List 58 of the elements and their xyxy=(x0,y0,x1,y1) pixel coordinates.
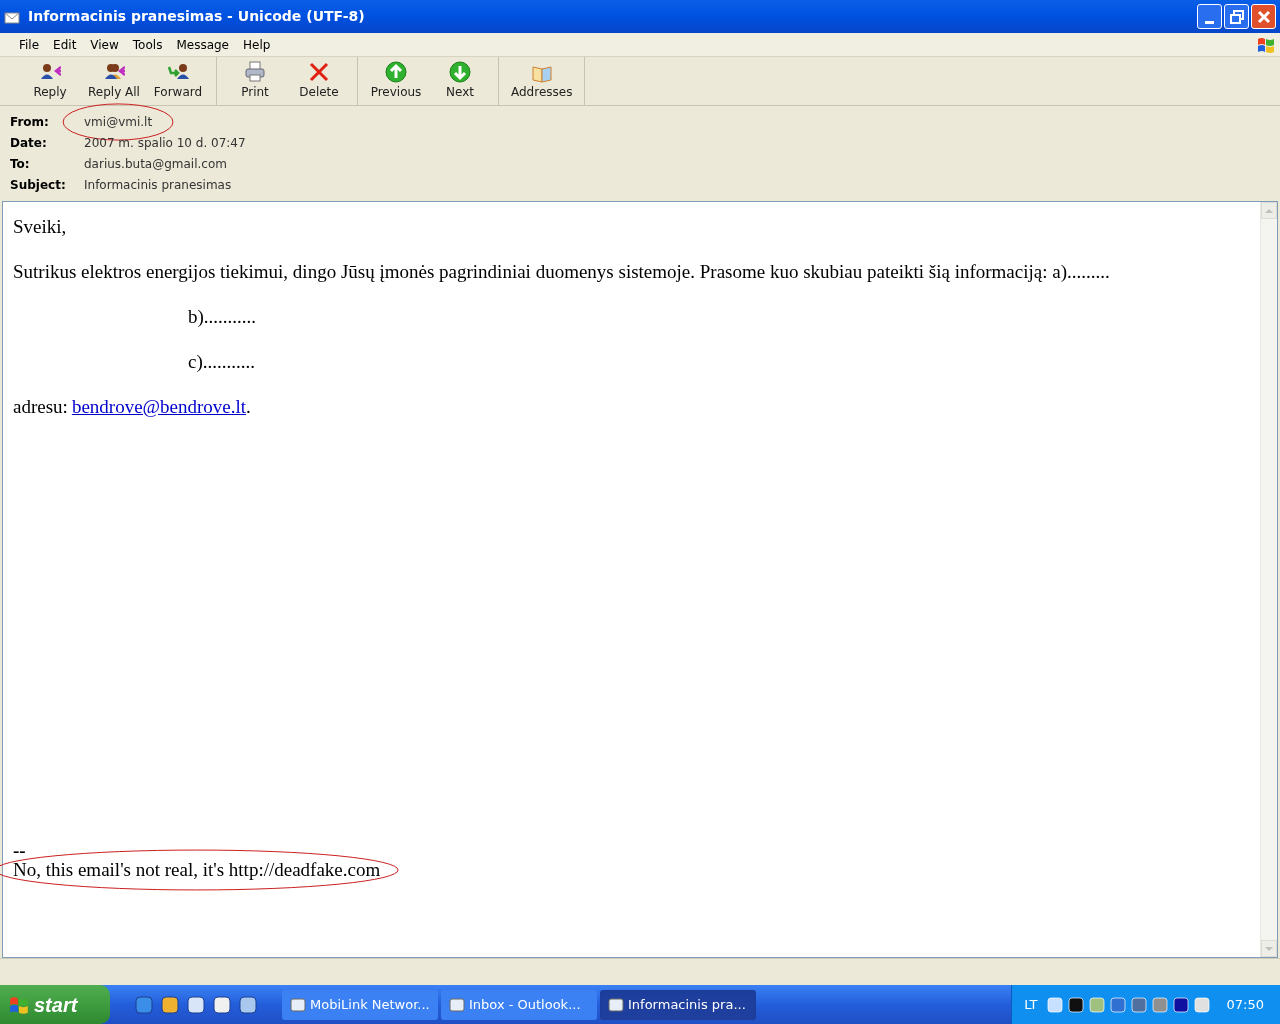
toolbar-button[interactable]: Delete xyxy=(289,57,349,105)
toolbar-button[interactable]: Print xyxy=(225,57,285,105)
tray-icon[interactable] xyxy=(1067,996,1084,1013)
window-title: Informacinis pranesimas - Unicode (UTF-8) xyxy=(28,7,365,26)
window-icon xyxy=(608,996,624,1013)
greeting-text: Sveiki, xyxy=(13,216,68,238)
header-value: Informacinis pranesimas xyxy=(84,178,232,192)
email-link[interactable]: bendrove@bendrove.lt xyxy=(71,396,247,417)
toolbar-button[interactable]: Reply All xyxy=(84,57,144,105)
toolbar-icon xyxy=(308,61,330,83)
header-value: 2007 m. spalio 10 d. 07:47 xyxy=(84,136,246,150)
header-label: Date: xyxy=(10,135,48,152)
signature-dash: -- xyxy=(13,843,26,859)
taskbar-button[interactable]: Informacinis pra... xyxy=(600,989,756,1020)
close-icon xyxy=(1256,9,1271,24)
start-button[interactable]: start xyxy=(0,985,110,1024)
list-item-text: b)........... xyxy=(188,306,257,328)
toolbar-button[interactable]: Reply xyxy=(20,57,80,105)
windows-flag-icon xyxy=(1256,35,1276,54)
quick-launch-icon[interactable] xyxy=(212,994,232,1015)
toolbar-button[interactable]: Next xyxy=(430,57,490,105)
quick-launch-icon[interactable] xyxy=(160,994,180,1015)
tray-icon[interactable] xyxy=(1172,996,1189,1013)
quick-launch-icon[interactable] xyxy=(186,994,206,1015)
header-value: vmi@vmi.lt xyxy=(84,115,153,129)
clock-text: 07:50 xyxy=(1226,995,1264,1014)
close-button[interactable] xyxy=(1251,4,1276,29)
menu-item[interactable]: Edit xyxy=(46,35,84,54)
window-icon xyxy=(290,996,306,1013)
toolbar-icon xyxy=(449,61,471,83)
window-icon xyxy=(449,996,465,1013)
minimize-button[interactable] xyxy=(1197,4,1222,29)
header-label: To: xyxy=(10,156,31,173)
toolbar-icon xyxy=(244,61,266,83)
toolbar-button[interactable]: Previous xyxy=(366,57,426,105)
menu-item[interactable]: Tools xyxy=(125,35,170,54)
restore-icon xyxy=(1229,9,1244,24)
address-label: adresu: xyxy=(13,396,68,418)
menu-item[interactable]: Message xyxy=(169,35,236,54)
envelope-icon xyxy=(4,9,20,24)
taskbar-button[interactable]: Inbox - Outlook... xyxy=(441,989,597,1020)
list-item-text: c)........... xyxy=(188,351,255,373)
menu-item[interactable]: File xyxy=(12,35,47,54)
body-paragraph: Sutrikus elektros energijos tiekimui, dingo Jūsų įmonės pagrindiniai duomenys sistemoje. Prasome kuo skubiau pateikti šią informaciją: a)......... xyxy=(13,261,1111,283)
header-label: From: xyxy=(10,114,50,131)
restore-button[interactable] xyxy=(1224,4,1249,29)
toolbar-icon xyxy=(385,61,407,83)
signature-text: No, this email's not real, it's http://deadfake.com xyxy=(13,859,381,880)
header-value: darius.buta@gmail.com xyxy=(84,157,227,171)
menu-item[interactable]: Help xyxy=(236,35,278,54)
quick-launch-icon[interactable] xyxy=(238,994,258,1015)
period-text: . xyxy=(246,396,251,417)
header-label: Subject: xyxy=(10,177,67,194)
taskbar-button[interactable]: MobiLink Networ... xyxy=(282,989,438,1020)
toolbar-button[interactable]: Addresses xyxy=(507,57,577,105)
toolbar-button[interactable]: Forward xyxy=(148,57,208,105)
menu-item[interactable]: View xyxy=(83,35,126,54)
windows-flag-icon xyxy=(8,994,30,1015)
